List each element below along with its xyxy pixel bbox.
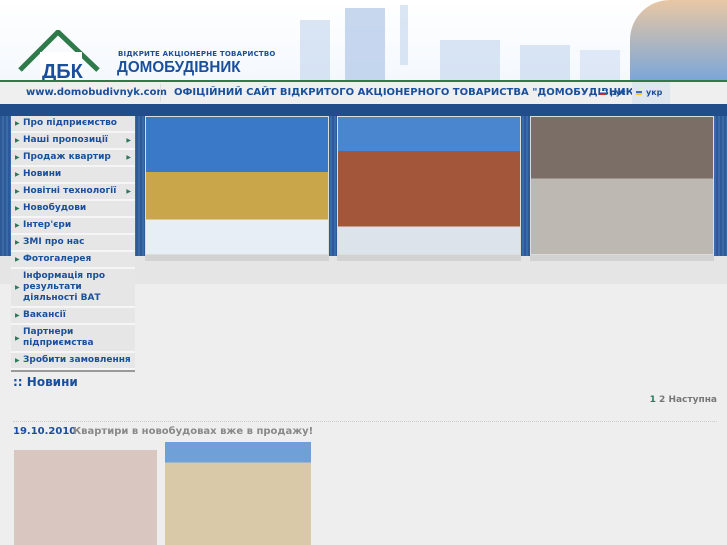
news-thumbnail-1[interactable] xyxy=(14,442,157,545)
sidebar-item-label: Продаж квартир xyxy=(23,152,111,162)
flag-ua-icon xyxy=(636,90,642,95)
arrow-right-icon: ▶ xyxy=(15,171,20,178)
logo-subtitle: ВІДКРИТЕ АКЦІОНЕРНЕ ТОВАРИСТВО xyxy=(118,50,276,58)
sidebar-item[interactable]: ▶ Вакансії xyxy=(11,308,135,325)
sidebar-item[interactable]: ▶ Про підприємство xyxy=(11,116,135,133)
sidebar-item[interactable]: ▶ Новітні технології ▶ xyxy=(11,184,135,201)
arrow-right-icon: ▶ xyxy=(15,357,20,364)
page-2-link[interactable]: 2 xyxy=(659,395,665,405)
news-thumbnail-2[interactable] xyxy=(165,442,311,545)
lang-ru-button[interactable]: рус xyxy=(596,82,630,104)
arrow-right-icon: ▶ xyxy=(15,188,20,195)
pagination: 1 2 Наступна xyxy=(650,395,717,405)
submenu-arrow-icon: ▶ xyxy=(126,154,131,161)
header-banner: ДБК ВІДКРИТЕ АКЦІОНЕРНЕ ТОВАРИСТВО ДОМОБ… xyxy=(0,0,727,81)
photo-building-2[interactable] xyxy=(337,116,521,255)
news-date: 19.10.2010 xyxy=(13,426,77,437)
sidebar-item-label: Інформація про результати діяльності ВАТ xyxy=(23,271,106,303)
sidebar-item[interactable]: ▶ Новини xyxy=(11,167,135,184)
logo-icon[interactable]: ДБК xyxy=(18,30,118,80)
sidebar-item[interactable]: ▶ Новобудови xyxy=(11,201,135,218)
photo-building-1[interactable] xyxy=(145,116,329,255)
page-current: 1 xyxy=(649,395,656,405)
arrow-right-icon: ▶ xyxy=(15,284,20,291)
flag-ru-icon xyxy=(600,90,606,95)
arrow-right-icon: ▶ xyxy=(15,312,20,319)
submenu-arrow-icon: ▶ xyxy=(126,137,131,144)
arrow-right-icon: ▶ xyxy=(15,137,20,144)
arrow-right-icon: ▶ xyxy=(15,154,20,161)
sidebar-menu: ▶ Про підприємство ▶ Наші пропозиції ▶ ▶ Прода… xyxy=(11,116,135,372)
lang-label: рус xyxy=(610,88,626,97)
sidebar-item-label: Новітні технології xyxy=(23,186,117,196)
photo-shadow xyxy=(145,255,329,261)
lang-label: укр xyxy=(646,88,663,97)
sidebar-item[interactable]: ▶ Інтер'єри xyxy=(11,218,135,235)
lang-ua-button[interactable]: укр xyxy=(632,82,670,104)
news-title-link[interactable]: Квартири в новобудовах вже в продажу! xyxy=(73,426,313,437)
divider xyxy=(13,421,717,422)
sidebar-item-label: Зробити замовлення xyxy=(23,355,131,365)
sidebar-item[interactable]: ▶ ЗМІ про нас xyxy=(11,235,135,252)
sidebar-item-label: ЗМІ про нас xyxy=(23,237,85,247)
next-page-link[interactable]: Наступна xyxy=(668,395,717,405)
svg-text:ДБК: ДБК xyxy=(42,61,84,80)
sidebar-item[interactable]: ▶ Продаж квартир ▶ xyxy=(11,150,135,167)
submenu-arrow-icon: ▶ xyxy=(126,188,131,195)
arrow-right-icon: ▶ xyxy=(15,205,20,212)
arrow-right-icon: ▶ xyxy=(15,256,20,263)
arrow-right-icon: ▶ xyxy=(15,120,20,127)
sidebar-item[interactable]: ▶ Зробити замовлення xyxy=(11,353,135,370)
section-title: :: Новини xyxy=(13,375,78,389)
worker-photo xyxy=(630,0,727,81)
photo-shadow xyxy=(337,255,521,261)
arrow-right-icon: ▶ xyxy=(15,222,20,229)
photo-shadow xyxy=(530,255,714,261)
sidebar-item-label: Інтер'єри xyxy=(23,220,72,230)
arrow-right-icon: ▶ xyxy=(15,334,20,342)
decor-band xyxy=(0,104,727,116)
sidebar-item-label: Новини xyxy=(23,169,62,179)
logo-name: ДОМОБУДІВНИК xyxy=(117,59,241,76)
sidebar-item-label: Новобудови xyxy=(23,203,87,213)
sidebar-item[interactable]: ▶ Інформація про результати діяльності ВА… xyxy=(11,269,135,308)
sidebar-item[interactable]: ▶ Фотогалерея xyxy=(11,252,135,269)
sidebar-item-label: Фотогалерея xyxy=(23,254,92,264)
menu-bottom-border xyxy=(11,370,135,372)
arrow-right-icon: ▶ xyxy=(15,239,20,246)
top-bar: www.domobudivnyk.com ОФІЦІЙНИЙ САЙТ ВІДК… xyxy=(0,82,727,104)
sidebar-item[interactable]: ▶ Наші пропозиції ▶ xyxy=(11,133,135,150)
sidebar-item-label: Наші пропозиції xyxy=(23,135,109,145)
photo-factory[interactable] xyxy=(530,116,714,255)
sidebar-item-label: Вакансії xyxy=(23,310,66,320)
sidebar-item[interactable]: ▶ Партнери підприємства xyxy=(11,325,135,353)
site-title: ОФІЦІЙНИЙ САЙТ ВІДКРИТОГО АКЦІОНЕРНОГО Т… xyxy=(174,87,639,98)
sidebar-item-label: Про підприємство xyxy=(23,118,117,128)
sidebar-item-label: Партнери підприємства xyxy=(23,327,94,348)
divider xyxy=(160,84,161,102)
site-url-link[interactable]: www.domobudivnyk.com xyxy=(26,87,167,98)
